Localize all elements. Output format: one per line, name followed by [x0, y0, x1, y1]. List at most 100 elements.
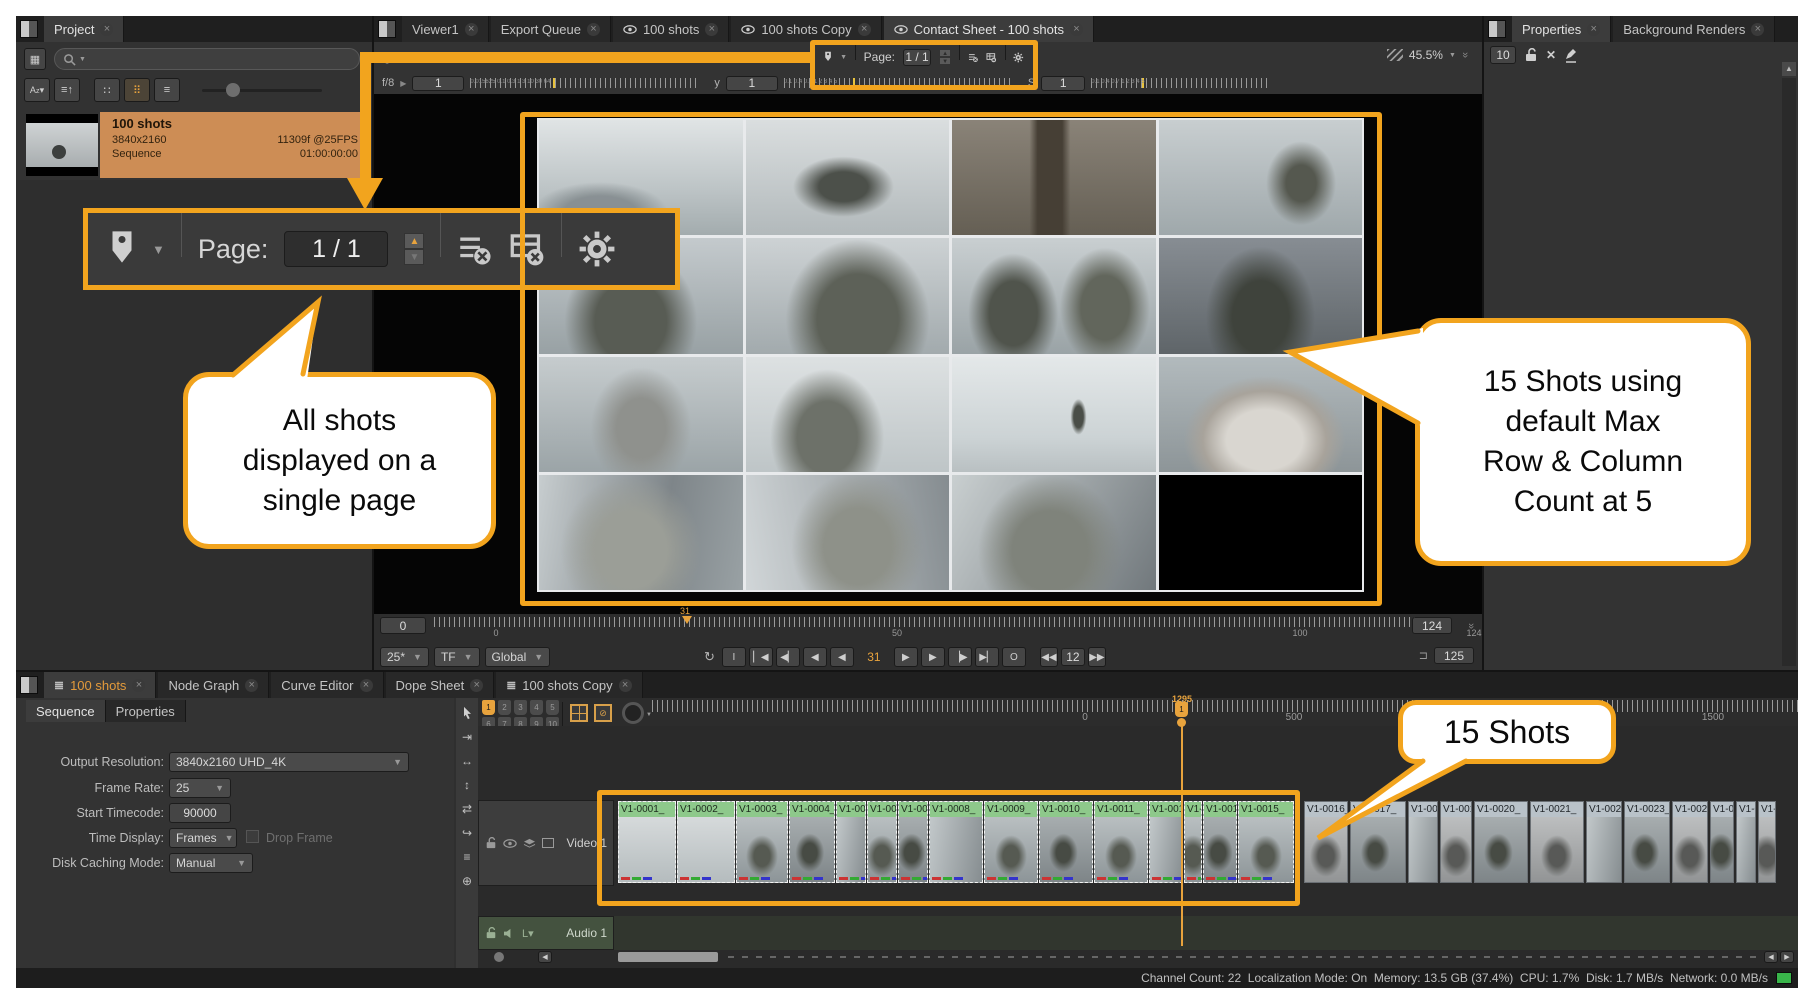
drop-frame-checkbox[interactable]	[246, 830, 259, 843]
page-value[interactable]: 1 / 1	[903, 49, 931, 66]
in-point-field[interactable]: 0	[380, 617, 426, 634]
contact-sheet-cell[interactable]	[746, 238, 950, 353]
gamma-value[interactable]: 1	[726, 76, 778, 91]
panel-layout-icon[interactable]	[20, 676, 38, 694]
range-lock-icon[interactable]: ⊐	[1419, 649, 1428, 662]
zoom-caret-icon[interactable]: ▼	[1449, 52, 1456, 59]
contact-sheet-cell[interactable]	[746, 357, 950, 472]
panel-layout-icon[interactable]	[1488, 20, 1506, 38]
viewer-tab[interactable]: Export Queue ×	[491, 16, 611, 42]
scroll-right-arrow[interactable]: ▶	[1780, 951, 1794, 963]
proxy-icon[interactable]	[1387, 49, 1403, 61]
close-icon[interactable]: ×	[132, 679, 145, 692]
close-icon[interactable]: ×	[100, 23, 113, 36]
frame-rate-dropdown[interactable]: 25▼	[169, 778, 231, 798]
close-icon[interactable]: ×	[245, 679, 258, 692]
edit-pencil-icon[interactable]	[1564, 48, 1578, 63]
viewer-tab[interactable]: 100 shots ×	[613, 16, 729, 42]
timeline-clip[interactable]: V1-0024_	[1672, 801, 1708, 883]
saturation-value[interactable]: 1	[1041, 76, 1085, 91]
zoom-slider-knob[interactable]	[494, 952, 504, 962]
detail-view-button[interactable]: ⠿	[124, 78, 150, 102]
collapse-chevron-icon[interactable]: »	[1459, 52, 1471, 58]
tag-icon[interactable]	[824, 48, 832, 66]
slide-tool-icon[interactable]: ↕	[464, 778, 470, 792]
viewer-tab[interactable]: Contact Sheet - 100 shots ×	[884, 16, 1094, 42]
viewer-tab[interactable]: 100 shots Copy ×	[731, 16, 881, 42]
contact-sheet-cell[interactable]	[952, 357, 1156, 472]
timeline-tab[interactable]: ≣ Dope Sheet ×	[386, 672, 495, 698]
contact-sheet-cell[interactable]	[1159, 120, 1363, 235]
fps-dropdown[interactable]: 25*▼	[380, 647, 429, 667]
viewer-tab[interactable]: Viewer1 ×	[402, 16, 489, 42]
contact-sheet-cell[interactable]	[1159, 238, 1363, 353]
timeline-tab[interactable]: ≣ 100 shots ×	[44, 672, 156, 698]
timeline-clip[interactable]: V1-0018_	[1408, 801, 1438, 883]
timeline-tab[interactable]: ≣ Node Graph ×	[158, 672, 269, 698]
contact-sheet-cell[interactable]	[952, 120, 1156, 235]
play-forward-button[interactable]: ▶	[894, 647, 918, 667]
gamma-slider[interactable]: 0.1 0.4 0.7 1 2 3 4 5	[784, 78, 1014, 88]
contact-sheet-cell[interactable]	[1159, 475, 1363, 590]
goto-start-button[interactable]: ▏◀	[749, 647, 773, 667]
contact-sheet-cell[interactable]	[952, 238, 1156, 353]
timeline-clip[interactable]: V1-0016_	[1304, 801, 1348, 883]
search-input[interactable]: ▼	[54, 48, 360, 70]
max-nodes-field[interactable]: 10	[1490, 46, 1516, 64]
properties-tab[interactable]: Background Renders ×	[1613, 16, 1775, 42]
timeline-tab[interactable]: ≣ 100 shots Copy ×	[496, 672, 642, 698]
retime-tool-icon[interactable]: ↪	[462, 826, 472, 840]
timeline-clip[interactable]: V1-0019_	[1440, 801, 1472, 883]
time-display-dropdown[interactable]: Frames▼	[169, 828, 237, 848]
contact-sheet-cell[interactable]	[746, 475, 950, 590]
unlock-icon[interactable]	[1524, 48, 1538, 62]
step-back-button[interactable]: ◀	[803, 647, 827, 667]
contact-sheet-cell[interactable]	[952, 475, 1156, 590]
lock-icon[interactable]	[485, 837, 497, 849]
scroll-left-arrow[interactable]: ◀	[1764, 951, 1778, 963]
scrollbar-track[interactable]	[728, 956, 1758, 958]
gain-value[interactable]: 1	[412, 76, 464, 91]
scroll-left-button[interactable]: ◀	[538, 951, 552, 963]
prev-edit-button[interactable]: ◀▏	[776, 647, 800, 667]
loop-icon[interactable]: ↻	[704, 649, 715, 665]
join-tool-icon[interactable]: ⊕	[462, 874, 472, 888]
layers-icon[interactable]	[523, 838, 536, 849]
range-dropdown[interactable]: Global▼	[485, 647, 551, 667]
scrollbar[interactable]	[1782, 78, 1796, 666]
contact-sheet-cell[interactable]	[539, 475, 743, 590]
contact-sheet-cell[interactable]	[1159, 357, 1363, 472]
timeline-tab[interactable]: ≣ Curve Editor ×	[271, 672, 383, 698]
close-icon[interactable]: ×	[1070, 23, 1083, 36]
output-resolution-dropdown[interactable]: 3840x2160 UHD_4K▼	[169, 752, 409, 772]
viewer-playhead[interactable]	[682, 616, 692, 624]
tab-project[interactable]: Project ×	[44, 16, 124, 42]
blend-box-icon[interactable]	[542, 838, 554, 848]
gain-label[interactable]: f/8	[382, 77, 394, 89]
sequence-subtab[interactable]: Sequence	[26, 700, 106, 722]
close-all-panels-icon[interactable]: ✕	[1546, 48, 1556, 62]
timeline-clip[interactable]: V1-0020_	[1474, 801, 1528, 883]
timeline-ruler[interactable]	[652, 700, 1798, 712]
timeline-clip[interactable]: V1-0022_	[1586, 801, 1622, 883]
timeline-clip[interactable]: V1-0027_	[1758, 801, 1776, 883]
jump-forward-icon[interactable]: ▶▶	[1088, 647, 1106, 667]
current-frame[interactable]: 31	[857, 650, 891, 664]
slider-knob[interactable]	[226, 83, 240, 97]
saturation-label[interactable]: S	[1028, 77, 1035, 89]
close-icon[interactable]: ×	[1751, 23, 1764, 36]
video-track-lane[interactable]: V1-0001_ V1-0002_ V1-0003_	[614, 800, 1798, 886]
out-button[interactable]: O	[1002, 647, 1026, 667]
timeline-clip[interactable]: V1-0026_	[1736, 801, 1756, 883]
timeline-clip[interactable]: V1-0017_	[1350, 801, 1406, 883]
scrollbar-thumb[interactable]	[618, 952, 718, 962]
in-button[interactable]: I	[722, 647, 746, 667]
step-forward-button[interactable]: ▶	[921, 647, 945, 667]
timeline-clip[interactable]: V1-0025_	[1710, 801, 1734, 883]
track-visible-eye-icon[interactable]	[503, 839, 517, 848]
playhead-line[interactable]	[1181, 726, 1183, 946]
viewer-ruler[interactable]	[434, 617, 1434, 627]
move-tool-icon[interactable]: ⇥	[462, 730, 472, 744]
clear-sheet-icon[interactable]	[986, 49, 997, 66]
jump-increment-field[interactable]: 12	[1061, 648, 1085, 666]
